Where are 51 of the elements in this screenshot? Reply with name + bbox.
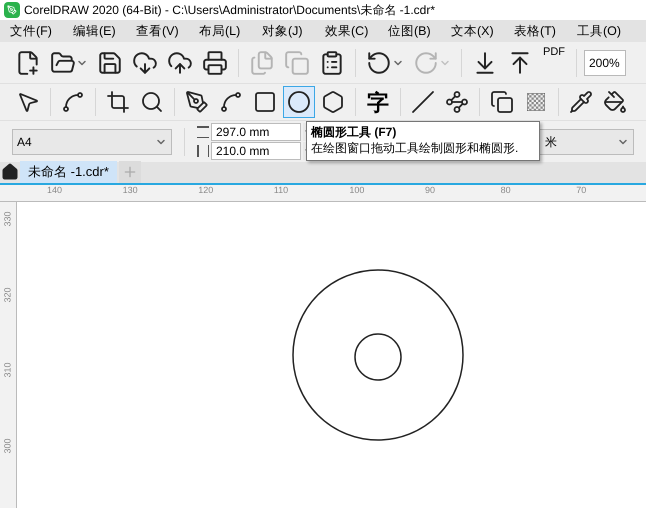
curve-icon — [219, 90, 243, 114]
connector-icon — [445, 90, 469, 114]
inner-circle — [354, 333, 402, 381]
zoom-icon — [140, 90, 164, 114]
page-size-dropdown[interactable]: A4 — [12, 128, 172, 154]
menu-item[interactable]: 工具(O) — [571, 22, 634, 40]
folder-icon — [50, 50, 76, 76]
drop-shadow-icon — [490, 90, 514, 114]
plus-icon — [122, 164, 138, 180]
menu-item[interactable]: 表格(T) — [508, 22, 571, 40]
ellipse-tool-button[interactable] — [283, 86, 315, 118]
menu-item[interactable]: 编辑(E) — [67, 22, 130, 40]
checkerboard-icon — [527, 93, 545, 111]
menu-item[interactable]: 文本(X) — [445, 22, 508, 40]
dimension-field[interactable]: 297.0 mm — [211, 123, 301, 141]
copy-icon — [284, 50, 310, 76]
pdf-export-button[interactable]: PDF — [539, 46, 569, 78]
save-icon — [97, 50, 123, 76]
menu-item[interactable]: 效果(C) — [319, 22, 382, 40]
units-dropdown[interactable]: 米 — [538, 128, 634, 154]
pointer-icon — [16, 90, 40, 114]
shape-tool-icon — [61, 90, 85, 114]
menu-item[interactable]: 布局(L) — [193, 22, 256, 40]
menu-item[interactable]: 对象(J) — [256, 22, 319, 40]
tooltip: 椭圆形工具 (F7) 在绘图窗口拖动工具绘制圆形和椭圆形. — [306, 121, 540, 161]
dimension-field[interactable]: 210.0 mm — [211, 142, 301, 160]
cloud-download-icon — [132, 50, 158, 76]
fill-icon — [603, 90, 627, 114]
window-title: CorelDRAW 2020 (64-Bit) - C:\Users\Administrator\Documents\未命名 -1.cdr* — [24, 2, 435, 19]
eyedropper-icon — [569, 90, 593, 114]
zoom-level-field[interactable]: 200% — [584, 50, 626, 76]
hexagon-icon — [321, 90, 345, 114]
cloud-upload-icon — [167, 50, 193, 76]
rectangle-icon — [253, 90, 277, 114]
pen-icon — [185, 90, 209, 114]
menu-item[interactable]: 文件(F) — [4, 22, 67, 40]
dimension-line-icon — [411, 90, 435, 114]
document-tab[interactable]: 未命名 -1.cdr* — [20, 161, 117, 183]
page-height-icon — [197, 145, 209, 157]
crop-icon — [106, 90, 130, 114]
menu-item[interactable]: 查看(V) — [130, 22, 193, 40]
undo-icon — [366, 50, 392, 76]
horizontal-ruler: 140 130 120 110 100 90 80 70 — [0, 185, 646, 202]
text-tool-button[interactable]: 字 — [362, 86, 394, 118]
menu-item[interactable]: 位图(B) — [382, 22, 445, 40]
page-width-icon — [197, 126, 209, 138]
print-icon — [202, 50, 228, 76]
home-icon[interactable] — [1, 163, 19, 181]
vertical-ruler: 330 320 310 300 — [0, 202, 17, 508]
ellipse-icon — [287, 90, 311, 114]
redo-icon — [413, 50, 439, 76]
